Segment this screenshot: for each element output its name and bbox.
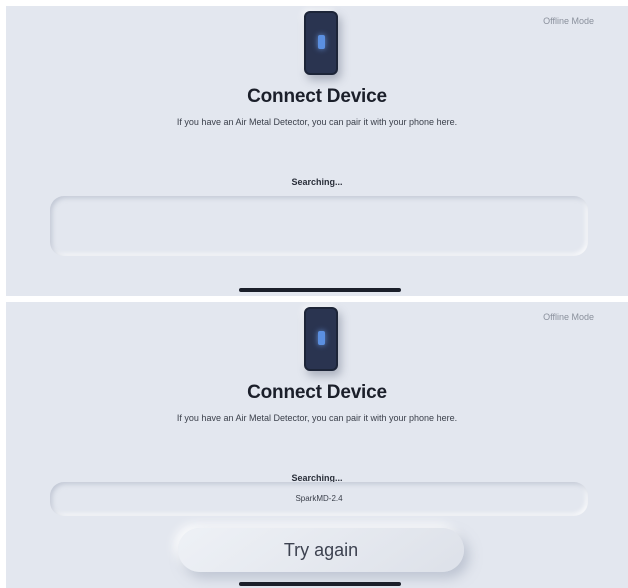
phone-screen-glow: [318, 331, 325, 345]
screen-device-found: Offline Mode Connect Device If you have …: [6, 302, 628, 588]
try-again-button[interactable]: Try again: [178, 528, 464, 572]
page-subtitle: If you have an Air Metal Detector, you c…: [176, 413, 458, 423]
device-list: [50, 196, 588, 256]
home-indicator: [239, 288, 401, 292]
device-list: SparkMD-2.4: [50, 482, 588, 516]
phone-icon: [304, 307, 338, 371]
device-list-item[interactable]: SparkMD-2.4: [50, 494, 588, 503]
screen-searching: Offline Mode Connect Device If you have …: [6, 6, 628, 296]
offline-mode-link[interactable]: Offline Mode: [543, 312, 594, 322]
phone-screen-glow: [318, 35, 325, 49]
search-status: Searching...: [291, 177, 343, 187]
page-subtitle: If you have an Air Metal Detector, you c…: [176, 117, 458, 127]
phone-icon: [304, 11, 338, 75]
offline-mode-link[interactable]: Offline Mode: [543, 16, 594, 26]
page-title: Connect Device: [247, 86, 387, 107]
home-indicator: [239, 582, 401, 586]
page-title: Connect Device: [247, 382, 387, 403]
